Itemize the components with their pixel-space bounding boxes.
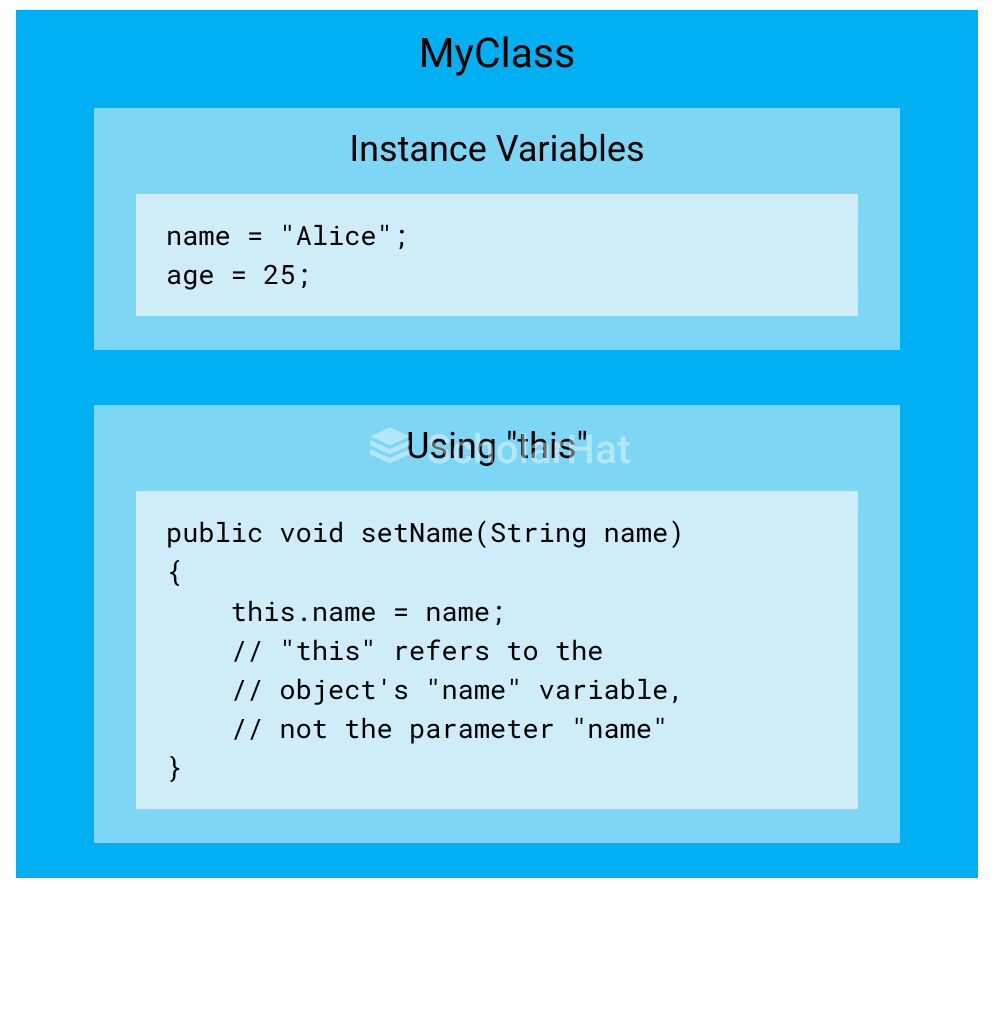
instance-variables-card: Instance Variables name = "Alice"; age =… — [94, 108, 900, 350]
class-title: MyClass — [16, 30, 978, 78]
class-diagram-container: MyClass Instance Variables name = "Alice… — [16, 10, 978, 878]
instance-variables-code: name = "Alice"; age = 25; — [136, 194, 858, 316]
using-this-card: Using "this" public void setName(String … — [94, 405, 900, 843]
using-this-title: Using "this" — [94, 425, 900, 467]
instance-variables-title: Instance Variables — [94, 128, 900, 170]
using-this-code: public void setName(String name) { this.… — [136, 491, 858, 809]
